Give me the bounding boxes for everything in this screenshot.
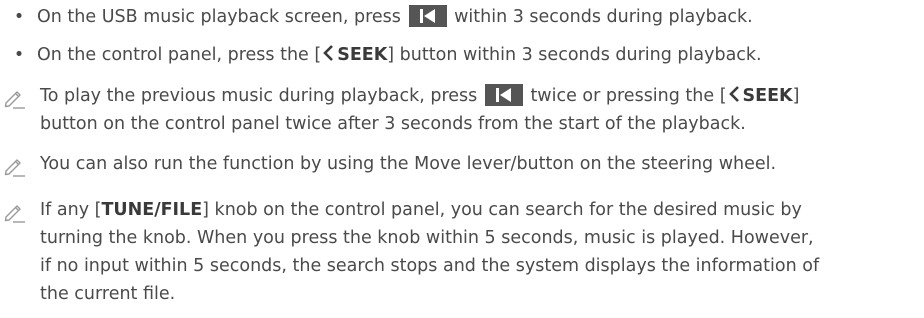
bullet-item-control-panel: • On the control panel, press the [ SEEK]… [0,41,924,69]
bullet-text-after: within 3 seconds during playback. [454,7,753,27]
seek-label: SEEK [337,45,388,65]
note-previous-music: To play the previous music during playba… [0,82,924,142]
note-text-part: ] knob on the control panel, you can sea… [202,200,802,220]
chevron-left-icon [323,45,334,61]
note-text-part: To play the previous music during playba… [40,86,478,106]
note-line-3: if no input within 5 seconds, the search… [40,256,820,276]
tune-file-label: TUNE/FILE [101,200,203,220]
note-line-4: the current file. [40,284,176,304]
note-line-2: button on the control panel twice after … [40,114,746,134]
note-text-part: ] [792,86,800,106]
note-text: To play the previous music during playba… [40,82,916,138]
bullet-text: On the USB music playback screen, press … [37,3,918,31]
note-line-1: To play the previous music during playba… [40,82,916,110]
seek-label: SEEK [742,86,793,106]
bullet-text: On the control panel, press the [ SEEK] b… [37,41,918,69]
pencil-note-icon [4,91,25,109]
bullet-text-before: On the USB music playback screen, press [37,7,401,27]
bullet-item-usb-screen: • On the USB music playback screen, pres… [0,3,924,31]
bullet-text-before: On the control panel, press the [ [37,45,322,65]
note-text-part: twice or pressing the [ [530,86,727,106]
note-tune-file-knob: If any [TUNE/FILE] knob on the control p… [0,196,924,314]
previous-track-icon [484,84,523,106]
note-text: You can also run the function by using t… [40,150,916,178]
bullet-text-after: ] button within 3 seconds during playbac… [387,45,762,65]
bullet-dot: • [13,45,25,65]
note-line-1: If any [TUNE/FILE] knob on the control p… [40,196,916,224]
chevron-left-icon [728,86,739,102]
bullet-dot: • [13,7,25,27]
note-steering-wheel: You can also run the function by using t… [0,150,924,180]
pencil-note-icon [4,159,25,177]
pencil-note-icon [4,205,25,223]
note-text: If any [TUNE/FILE] knob on the control p… [40,196,916,308]
previous-track-icon [408,5,447,27]
note-line-1: You can also run the function by using t… [40,154,777,174]
note-line-2: turning the knob. When you press the kno… [40,228,814,248]
note-text-part: If any [ [40,200,102,220]
